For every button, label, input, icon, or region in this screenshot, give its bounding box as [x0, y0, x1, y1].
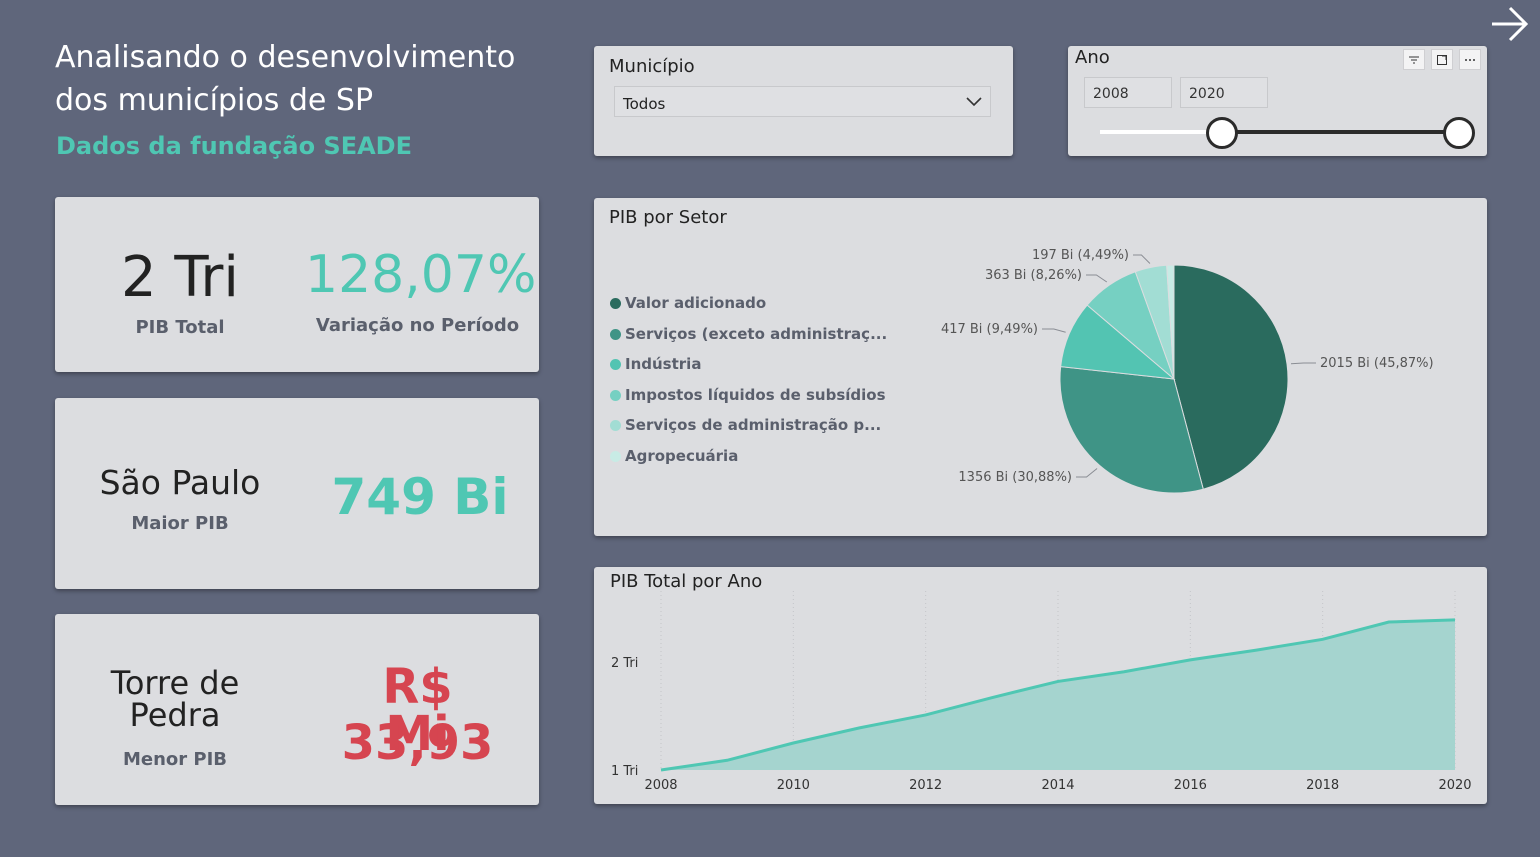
maior-pib-label: Maior PIB	[131, 513, 229, 534]
municipio-selected-value: Todos	[623, 95, 666, 113]
ano-slider-handle-start[interactable]	[1206, 117, 1238, 149]
menor-pib-value-line2: Mi	[385, 706, 450, 762]
pie-leader-line	[1290, 362, 1316, 365]
y-tick-label: 1 Tri	[611, 764, 638, 779]
area-chart: 2008 2010 2012 2014 2016 2018 2020 1 Tri 2 Tri	[611, 591, 1472, 793]
x-tick-label: 2020	[1438, 778, 1471, 793]
more-options-icon[interactable]	[1459, 49, 1481, 70]
ano-slider[interactable]	[1100, 116, 1475, 150]
page-subtitle: Dados da fundação SEADE	[56, 132, 412, 160]
ano-slicer: Ano 2008 2020	[1068, 46, 1487, 156]
pie-leader-line	[1086, 274, 1108, 283]
chevron-down-icon	[966, 97, 982, 107]
maior-pib-municipio: São Paulo	[99, 463, 261, 502]
pie-data-label: 417 Bi (9,49%)	[941, 322, 1038, 337]
pie-leader-line	[1076, 468, 1098, 478]
pie-data-label: 1356 Bi (30,88%)	[958, 470, 1072, 485]
x-tick-label: 2016	[1174, 778, 1207, 793]
x-tick-label: 2010	[777, 778, 810, 793]
municipio-slicer-title: Município	[609, 56, 695, 77]
kpi-card-pib-total: 2 Tri PIB Total 128,07% Variação no Perí…	[55, 197, 539, 372]
maior-pib-value: 749 Bi	[331, 468, 509, 526]
x-tick-label: 2008	[644, 778, 677, 793]
pie-leader-line	[1042, 328, 1066, 333]
focus-mode-icon[interactable]	[1431, 49, 1453, 70]
pib-total-por-ano-card: PIB Total por Ano 2008 2010 2012 2014 2016 20…	[594, 567, 1487, 804]
pie-data-label: 2015 Bi (45,87%)	[1320, 356, 1434, 371]
x-tick-label: 2014	[1041, 778, 1074, 793]
ano-from-value: 2008	[1093, 86, 1129, 102]
ano-to-input[interactable]: 2020	[1180, 77, 1268, 108]
ano-from-input[interactable]: 2008	[1084, 77, 1172, 108]
pie-data-label: 363 Bi (8,26%)	[985, 268, 1082, 283]
pib-por-setor-card: PIB por Setor Valor adicionado Serviços (…	[594, 198, 1487, 536]
ano-to-value: 2020	[1189, 86, 1225, 102]
pie-data-label: 197 Bi (4,49%)	[1032, 248, 1129, 263]
page-title: Analisando o desenvolvimento dos municíp…	[55, 40, 516, 118]
y-tick-label: 2 Tri	[611, 656, 638, 671]
next-page-arrow-icon[interactable]	[1488, 4, 1532, 44]
kpi-card-menor-pib: Torre de Pedra Menor PIB R$ 33,93 Mi	[55, 614, 539, 805]
variacao-label: Variação no Período	[315, 315, 520, 336]
variacao-value: 128,07%	[305, 245, 537, 305]
pie-chart: 2015 Bi (45,87%) 1356 Bi (30,88%) 417 Bi (…	[941, 248, 1434, 494]
x-tick-label: 2012	[909, 778, 942, 793]
ano-slider-range	[1221, 130, 1460, 134]
ano-slicer-title: Ano	[1075, 47, 1110, 68]
menor-pib-municipio-line2: Pedra	[129, 696, 221, 734]
kpi-card-maior-pib: São Paulo Maior PIB 749 Bi	[55, 398, 539, 589]
municipio-dropdown[interactable]: Todos	[614, 86, 991, 117]
x-tick-label: 2018	[1306, 778, 1339, 793]
pib-total-value: 2 Tri	[121, 245, 239, 310]
municipio-slicer: Município Todos	[594, 46, 1013, 156]
pib-total-label: PIB Total	[135, 317, 225, 338]
ano-slider-handle-end[interactable]	[1443, 117, 1475, 149]
pie-leader-line	[1133, 254, 1151, 264]
filter-icon[interactable]	[1403, 49, 1425, 70]
menor-pib-label: Menor PIB	[122, 749, 228, 770]
